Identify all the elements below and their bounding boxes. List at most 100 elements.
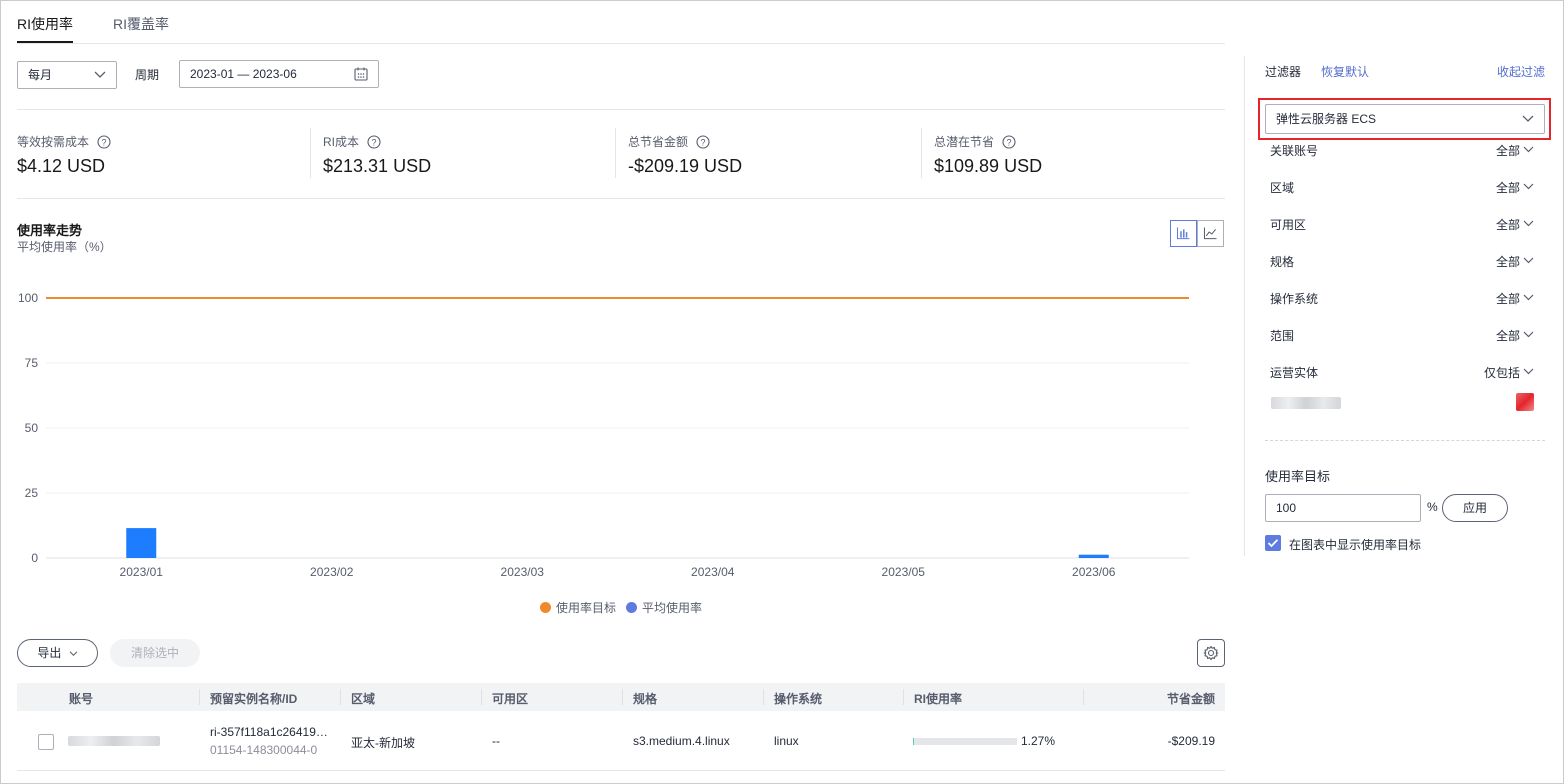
filter-operating-entity[interactable]: 运营实体 仅包括: [1270, 364, 1534, 380]
column-separator: [903, 689, 904, 705]
svg-text:?: ?: [1007, 137, 1012, 147]
column-header-flavor[interactable]: 规格: [633, 690, 657, 707]
filter-value: 仅包括: [1483, 366, 1520, 380]
x-tick-label: 2023/05: [882, 565, 926, 579]
show-target-checkbox[interactable]: [1265, 535, 1281, 551]
metric-equivalent-ondemand-cost: 等效按需成本 ? $4.12 USD: [17, 133, 111, 177]
chevron-down-icon: [1523, 257, 1534, 264]
account-redacted: [68, 736, 160, 746]
bar-chart-toggle[interactable]: [1170, 220, 1197, 247]
bar-chart-icon: [1176, 227, 1190, 240]
metric-separator: [615, 128, 616, 178]
tab-ri-coverage[interactable]: RI覆盖率: [113, 14, 169, 34]
metric-title: RI成本: [323, 135, 360, 149]
filter-region[interactable]: 区域 全部: [1270, 179, 1534, 195]
column-header-az[interactable]: 可用区: [492, 690, 528, 707]
os: linux: [774, 734, 799, 748]
metric-value: $4.12 USD: [17, 156, 106, 176]
filter-label: 区域: [1270, 181, 1295, 195]
help-icon[interactable]: ?: [97, 134, 111, 149]
filter-flavor[interactable]: 规格 全部: [1270, 253, 1534, 269]
chevron-down-icon: [1523, 183, 1534, 190]
legend-item-target[interactable]: 使用率目标: [540, 599, 616, 616]
usage-progress-bar: [913, 738, 1017, 745]
chevron-down-icon: [1523, 368, 1534, 375]
metric-total-savings: 总节省金额 ? -$209.19 USD: [628, 133, 742, 177]
period-value: 2023-01 — 2023-06: [190, 67, 297, 81]
filter-value: 全部: [1495, 144, 1520, 158]
svg-text:?: ?: [372, 137, 377, 147]
metric-ri-cost: RI成本 ? $213.31 USD: [323, 133, 431, 177]
chevron-down-icon: [1523, 294, 1534, 301]
remove-entity-icon[interactable]: [1516, 393, 1534, 411]
column-header-os[interactable]: 操作系统: [774, 690, 822, 707]
gear-icon: [1203, 645, 1219, 661]
table-row: ri-357f118a1c26419… 01154-148300044-0 亚太…: [17, 711, 1225, 771]
y-tick-label: 0: [31, 551, 38, 565]
entity-redacted: [1271, 397, 1341, 409]
help-icon[interactable]: ?: [367, 134, 381, 149]
filter-value: 全部: [1495, 292, 1520, 306]
target-input[interactable]: 100: [1265, 494, 1421, 522]
filter-linked-account[interactable]: 关联账号 全部: [1270, 142, 1534, 158]
column-header-ri-name[interactable]: 预留实例名称/ID: [210, 690, 297, 707]
svg-text:?: ?: [102, 137, 107, 147]
ri-name[interactable]: ri-357f118a1c26419…: [210, 725, 328, 739]
help-icon[interactable]: ?: [696, 134, 710, 149]
line-chart-toggle[interactable]: [1197, 220, 1224, 247]
target-unit: %: [1427, 500, 1438, 514]
column-separator: [199, 689, 200, 705]
column-header-region[interactable]: 区域: [351, 690, 375, 707]
table-settings-button[interactable]: [1197, 639, 1225, 667]
divider: [17, 109, 1225, 110]
metric-value: -$209.19 USD: [628, 156, 743, 176]
metric-title: 总节省金额: [628, 135, 689, 149]
metric-separator: [310, 128, 311, 178]
legend-dot: [540, 602, 551, 613]
panel-divider: [1244, 56, 1245, 556]
column-header-savings[interactable]: 节省金额: [1167, 690, 1215, 707]
chart-subtitle: 平均使用率（%）: [17, 240, 112, 254]
export-button[interactable]: 导出: [17, 639, 98, 667]
tab-bar: RI使用率 RI覆盖率: [17, 0, 1225, 44]
filter-availability-zone[interactable]: 可用区 全部: [1270, 216, 1534, 232]
column-header-account[interactable]: 账号: [69, 690, 93, 707]
target-title: 使用率目标: [1265, 469, 1331, 484]
line-chart-icon: [1203, 227, 1217, 240]
filter-value: 全部: [1495, 218, 1520, 232]
column-header-ri-usage[interactable]: RI使用率: [914, 690, 962, 707]
usage-progress-fill: [913, 738, 914, 745]
collapse-filters-link[interactable]: 收起过滤: [1497, 63, 1545, 80]
x-tick-label: 2023/04: [691, 565, 735, 579]
column-separator: [1083, 689, 1084, 705]
period-date-picker[interactable]: 2023-01 — 2023-06: [179, 60, 379, 88]
availability-zone: --: [492, 734, 500, 748]
help-icon[interactable]: ?: [1002, 134, 1016, 149]
row-checkbox[interactable]: [38, 734, 54, 750]
filter-label: 运营实体: [1270, 366, 1319, 380]
y-tick-label: 25: [25, 486, 39, 500]
column-separator: [763, 689, 764, 705]
column-separator: [481, 689, 482, 705]
legend-label: 使用率目标: [556, 601, 617, 615]
y-tick-label: 100: [18, 291, 38, 305]
savings-amount: -$209.19: [1167, 734, 1215, 748]
x-tick-label: 2023/01: [120, 565, 164, 579]
flavor: s3.medium.4.linux: [633, 734, 730, 748]
filter-scope[interactable]: 范围 全部: [1270, 327, 1534, 343]
legend-item-average[interactable]: 平均使用率: [626, 599, 702, 616]
y-tick-label: 75: [25, 356, 39, 370]
service-select[interactable]: 弹性云服务器 ECS: [1265, 104, 1545, 134]
bar: [126, 528, 157, 558]
legend-dot: [626, 602, 638, 613]
apply-button[interactable]: 应用: [1442, 494, 1508, 522]
tab-ri-utilization[interactable]: RI使用率: [17, 14, 73, 43]
filter-label: 范围: [1270, 329, 1295, 343]
column-separator: [622, 689, 623, 705]
reset-filters-link[interactable]: 恢复默认: [1321, 63, 1369, 80]
y-tick-label: 50: [25, 421, 39, 435]
clear-selection-button[interactable]: 清除选中: [110, 639, 200, 667]
filter-label: 关联账号: [1270, 144, 1319, 158]
filter-os[interactable]: 操作系统 全部: [1270, 290, 1534, 306]
granularity-select[interactable]: 每月: [17, 61, 117, 89]
